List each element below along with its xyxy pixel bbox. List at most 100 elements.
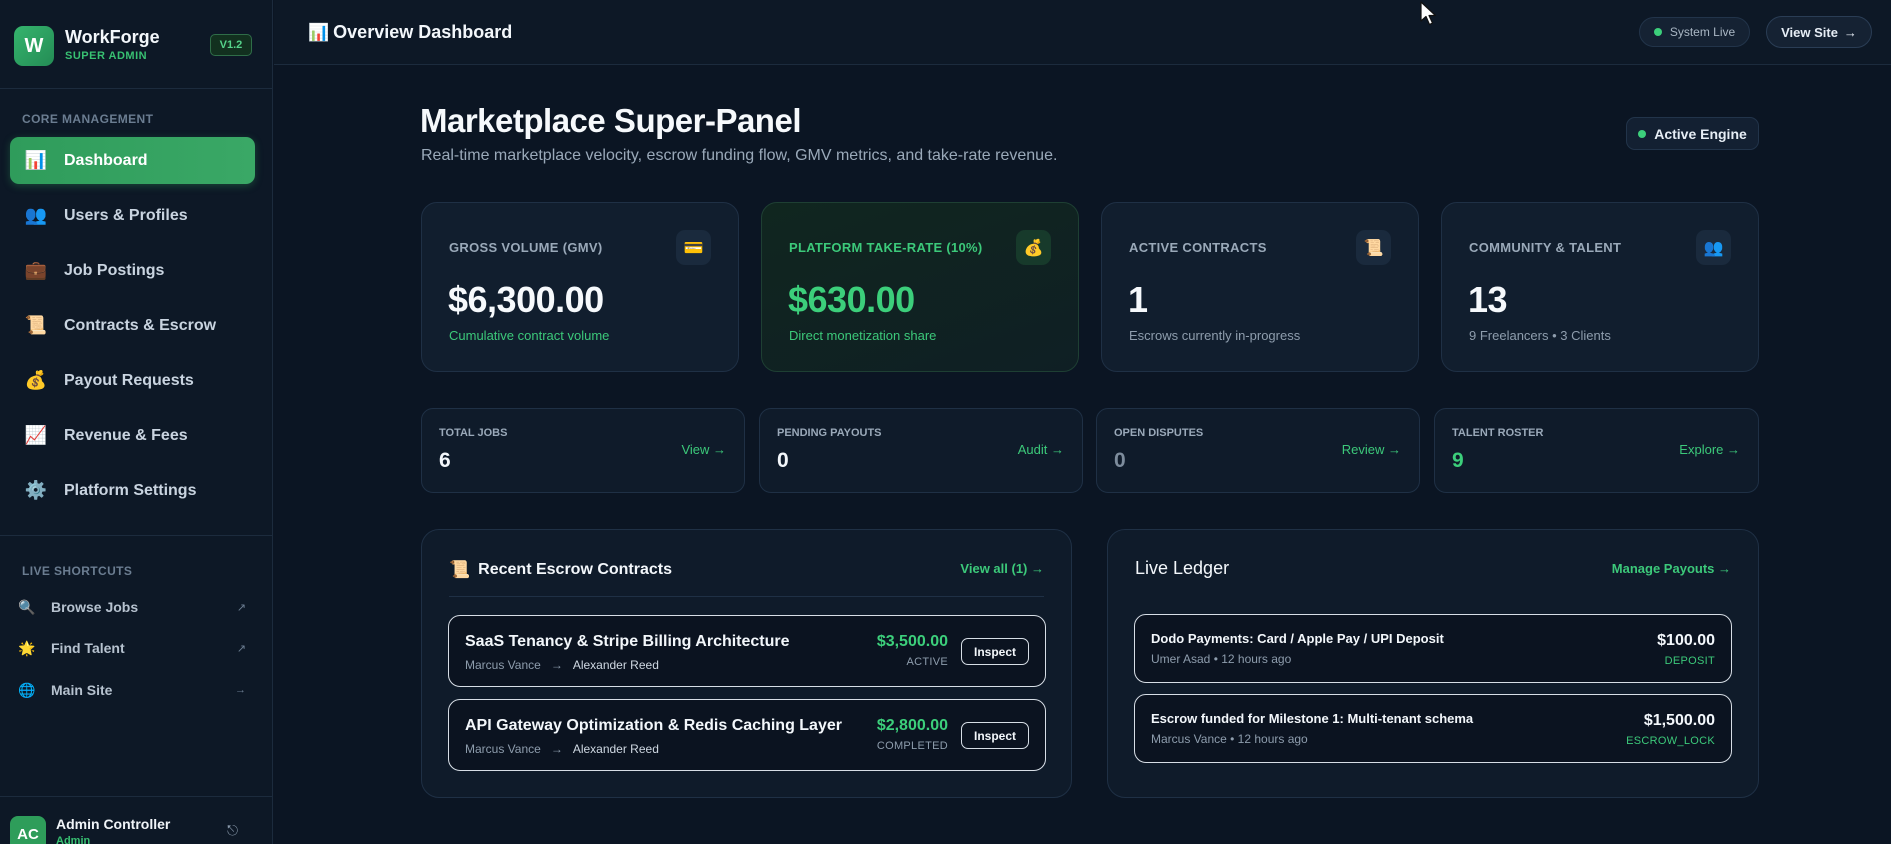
mini-stat-pending-payouts: PENDING PAYOUTS 0 Audit → xyxy=(759,408,1083,493)
sidebar-item-label: Users & Profiles xyxy=(64,206,188,224)
sidebar-item-label: Contracts & Escrow xyxy=(64,316,217,334)
external-link-icon: ↗ xyxy=(236,642,246,655)
view-jobs-link[interactable]: View → xyxy=(681,442,726,457)
sidebar-item-users[interactable]: 👥 Users & Profiles xyxy=(10,192,255,239)
ledger-row[interactable]: Escrow funded for Milestone 1: Multi-ten… xyxy=(1134,694,1732,763)
review-disputes-link[interactable]: Review → xyxy=(1342,442,1401,457)
brand-logo: W xyxy=(14,26,54,66)
sidebar-item-jobs[interactable]: 💼 Job Postings xyxy=(10,247,255,294)
globe-icon: 🌐 xyxy=(18,681,36,698)
version-badge: V1.2 xyxy=(210,34,252,56)
shortcut-browse-jobs[interactable]: 🔍 Browse Jobs ↗ xyxy=(18,593,246,621)
shortcut-label: Browse Jobs xyxy=(51,599,139,615)
stat-label: COMMUNITY & TALENT xyxy=(1469,240,1622,255)
page-title: Marketplace Super-Panel xyxy=(420,102,802,139)
stat-value: $6,300.00 xyxy=(448,279,604,320)
contract-row[interactable]: SaaS Tenancy & Stripe Billing Architectu… xyxy=(448,615,1046,687)
scroll-icon: 📜 xyxy=(24,315,48,335)
shortcut-label: Main Site xyxy=(51,682,113,698)
avatar: AC xyxy=(10,816,46,844)
briefcase-icon: 💼 xyxy=(24,260,48,280)
shortcut-find-talent[interactable]: 🌟 Find Talent ↗ xyxy=(18,634,246,662)
arrow-right-icon: → xyxy=(1843,24,1857,40)
status-dot-icon xyxy=(1653,28,1662,36)
contract-title: SaaS Tenancy & Stripe Billing Architectu… xyxy=(465,633,790,650)
scroll-icon: 📜 xyxy=(1356,230,1391,265)
stat-label: GROSS VOLUME (GMV) xyxy=(449,240,603,255)
page-subtitle: Real-time marketplace velocity, escrow f… xyxy=(421,147,1058,164)
bar-chart-icon: 📊 xyxy=(308,22,330,42)
ledger-type-badge: DEPOSIT xyxy=(1664,655,1715,667)
mini-stat-label: TALENT ROSTER xyxy=(1452,427,1544,439)
contract-row[interactable]: API Gateway Optimization & Redis Caching… xyxy=(448,699,1046,771)
users-icon: 👥 xyxy=(1696,230,1731,265)
sidebar-item-label: Dashboard xyxy=(64,151,148,169)
mini-stat-value: 0 xyxy=(777,449,789,472)
brand-role: SUPER ADMIN xyxy=(65,50,148,62)
trend-chart-icon: 📈 xyxy=(24,425,48,445)
panel-title-text: Recent Escrow Contracts xyxy=(478,561,673,578)
ledger-row[interactable]: Dodo Payments: Card / Apple Pay / UPI De… xyxy=(1134,614,1732,683)
sidebar-divider xyxy=(0,535,273,536)
mini-stat-talent-roster: TALENT ROSTER 9 Explore → xyxy=(1434,408,1759,493)
stat-card-take-rate: PLATFORM TAKE-RATE (10%) 💰 $630.00 Direc… xyxy=(761,202,1079,372)
client-name: Marcus Vance xyxy=(465,658,541,672)
bar-chart-icon: 📊 xyxy=(24,150,48,170)
mini-stat-value: 9 xyxy=(1452,449,1464,472)
stat-note: Escrows currently in-progress xyxy=(1129,328,1301,343)
logout-icon[interactable]: ⎋ xyxy=(227,822,245,840)
explore-talent-link[interactable]: Explore → xyxy=(1679,442,1740,457)
external-link-icon: ↗ xyxy=(236,601,246,614)
stat-note: 9 Freelancers • 3 Clients xyxy=(1469,328,1611,343)
sidebar-item-revenue[interactable]: 📈 Revenue & Fees xyxy=(10,412,255,459)
stat-note: Direct monetization share xyxy=(789,328,937,343)
admin-profile[interactable]: AC Admin Controller Admin ⎋ xyxy=(0,806,273,844)
stat-card-community: COMMUNITY & TALENT 👥 13 9 Freelancers • … xyxy=(1441,202,1759,372)
users-icon: 👥 xyxy=(24,205,48,225)
mini-stat-open-disputes: OPEN DISPUTES 0 Review → xyxy=(1096,408,1420,493)
contract-amount: $2,800.00 xyxy=(876,717,948,734)
mini-stat-label: TOTAL JOBS xyxy=(439,427,508,439)
section-label-core: CORE MANAGEMENT xyxy=(22,112,154,126)
arrow-right-icon: → xyxy=(235,684,246,696)
sidebar-item-contracts[interactable]: 📜 Contracts & Escrow xyxy=(10,302,255,349)
audit-payouts-link[interactable]: Audit → xyxy=(1018,442,1064,457)
sidebar-item-payouts[interactable]: 💰 Payout Requests xyxy=(10,357,255,404)
page-header-title: 📊 Overview Dashboard xyxy=(308,22,512,43)
ledger-meta: Marcus Vance • 12 hours ago xyxy=(1151,732,1308,746)
stat-value: 13 xyxy=(1468,279,1508,320)
stat-label: PLATFORM TAKE-RATE (10%) xyxy=(789,240,983,255)
manage-payouts-link[interactable]: Manage Payouts → xyxy=(1612,561,1731,576)
view-all-contracts-link[interactable]: View all (1) → xyxy=(960,561,1044,576)
system-status-text: System Live xyxy=(1669,25,1736,39)
inspect-button[interactable]: Inspect xyxy=(961,722,1029,749)
ledger-type-badge: ESCROW_LOCK xyxy=(1626,735,1715,747)
stat-card-active-contracts: ACTIVE CONTRACTS 📜 1 Escrows currently i… xyxy=(1101,202,1419,372)
ledger-title: Dodo Payments: Card / Apple Pay / UPI De… xyxy=(1151,631,1444,646)
brand-name: WorkForge xyxy=(65,27,160,47)
sidebar-divider xyxy=(0,88,273,89)
engine-status-text: Active Engine xyxy=(1654,125,1747,142)
view-site-button[interactable]: View Site → xyxy=(1766,16,1872,48)
sidebar-divider xyxy=(0,796,273,797)
sidebar-item-label: Job Postings xyxy=(64,261,165,279)
stat-value: $630.00 xyxy=(788,279,915,320)
brand[interactable]: W WorkForge SUPER ADMIN V1.2 xyxy=(14,26,259,66)
admin-role: Admin xyxy=(56,835,91,844)
arrow-right-icon: → xyxy=(550,742,563,756)
status-dot-icon xyxy=(1638,129,1647,138)
sidebar-item-settings[interactable]: ⚙️ Platform Settings xyxy=(10,467,255,514)
mini-stat-total-jobs: TOTAL JOBS 6 View → xyxy=(421,408,745,493)
sidebar-item-dashboard[interactable]: 📊 Dashboard xyxy=(10,137,255,184)
magnifier-icon: 🔍 xyxy=(18,598,36,615)
freelancer-name: Alexander Reed xyxy=(572,658,659,672)
scroll-icon: 📜 xyxy=(449,560,471,579)
sidebar-item-label: Platform Settings xyxy=(64,481,197,499)
sidebar-item-label: Revenue & Fees xyxy=(64,426,188,444)
panel-title: Live Ledger xyxy=(1135,558,1230,578)
contract-parties: Marcus Vance → Alexander Reed xyxy=(465,658,659,672)
shortcut-main-site[interactable]: 🌐 Main Site → xyxy=(18,676,246,704)
money-bag-icon: 💰 xyxy=(1016,230,1051,265)
inspect-button[interactable]: Inspect xyxy=(961,638,1029,665)
ledger-meta: Umer Asad • 12 hours ago xyxy=(1151,652,1292,666)
